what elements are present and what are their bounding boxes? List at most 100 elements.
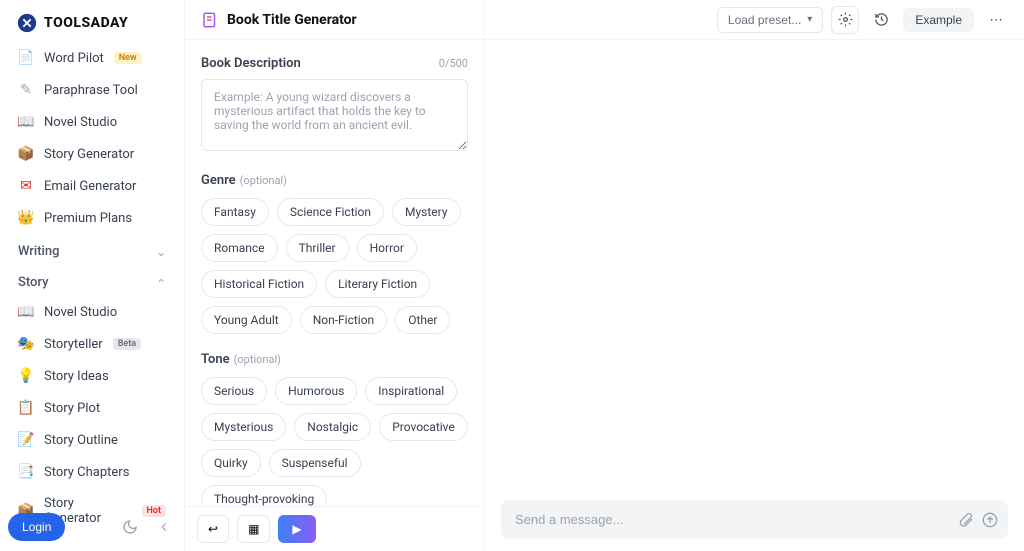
- secondary-button[interactable]: ▦: [237, 515, 270, 543]
- load-preset-button[interactable]: Load preset...▾: [717, 7, 823, 33]
- grid-icon: ▦: [248, 522, 259, 536]
- chip[interactable]: Suspenseful: [269, 449, 361, 477]
- form-actions: ↩ ▦ ▶: [185, 506, 484, 551]
- collapse-icon[interactable]: [152, 515, 176, 539]
- nav-badge: Beta: [113, 338, 141, 350]
- description-input[interactable]: [201, 79, 468, 151]
- theme-icon[interactable]: [118, 515, 142, 539]
- nav-label: Word Pilot: [44, 51, 104, 66]
- nav-group-header[interactable]: Story⌄: [8, 265, 176, 296]
- logo[interactable]: TOOLSADAY: [0, 0, 184, 42]
- nav-item[interactable]: 📝 Story Outline: [8, 424, 176, 456]
- chip[interactable]: Literary Fiction: [325, 270, 430, 298]
- tone-optional: (optional): [234, 353, 281, 366]
- chip[interactable]: Other: [395, 306, 450, 334]
- nav-item[interactable]: ✎ Paraphrase Tool: [8, 74, 176, 106]
- description-label: Book Description: [201, 56, 301, 71]
- nav-item[interactable]: 📋 Story Plot: [8, 392, 176, 424]
- attach-icon[interactable]: [958, 512, 974, 528]
- more-button[interactable]: ⋯: [982, 6, 1010, 34]
- page-icon: [201, 11, 219, 29]
- nav-label: Premium Plans: [44, 211, 132, 226]
- nav-item[interactable]: 📑Story Chapters: [8, 456, 176, 488]
- nav-label: Story Outline: [44, 433, 118, 448]
- nav-icon: 💡: [18, 368, 34, 384]
- nav-icon: 👑: [18, 210, 34, 226]
- genre-optional: (optional): [240, 174, 287, 187]
- genre-label: Genre: [201, 173, 236, 188]
- nav-icon: 🎭: [18, 336, 34, 352]
- nav-label: Story Chapters: [44, 465, 129, 480]
- chip[interactable]: Fantasy: [201, 198, 269, 226]
- genre-chipset: Fantasy Science Fiction Mystery Romance Thri…: [201, 198, 468, 334]
- nav-icon: 📄: [18, 50, 34, 66]
- chip[interactable]: Mysterious: [201, 413, 286, 441]
- play-icon: ▶: [292, 522, 301, 536]
- chip[interactable]: Inspirational: [365, 377, 457, 405]
- nav-item[interactable]: 📖Novel Studio: [8, 106, 176, 138]
- tone-chipset: Serious Humorous Inspirational Mysterious No…: [201, 377, 468, 506]
- description-counter: 0/500: [439, 57, 468, 70]
- nav-label: Story Generator: [44, 147, 134, 162]
- back-button[interactable]: ↩: [197, 515, 229, 543]
- nav-label: Story Plot: [44, 401, 100, 416]
- chevron-down-icon: ▾: [807, 14, 812, 25]
- nav-label: Email Generator: [44, 179, 136, 194]
- history-button[interactable]: [867, 6, 895, 34]
- sidebar-bottom: Login: [8, 513, 176, 541]
- chip[interactable]: Horror: [357, 234, 417, 262]
- chip[interactable]: Serious: [201, 377, 267, 405]
- nav-badge: New: [114, 52, 142, 64]
- chip[interactable]: Non-Fiction: [300, 306, 388, 334]
- chip[interactable]: Humorous: [275, 377, 357, 405]
- chip[interactable]: Provocative: [379, 413, 468, 441]
- nav-icon: 📝: [18, 432, 34, 448]
- chat-input-wrap: [485, 488, 1024, 551]
- nav-item[interactable]: 🎭StorytellerBeta: [8, 328, 176, 360]
- chip[interactable]: Historical Fiction: [201, 270, 317, 298]
- nav-icon: ✎: [18, 82, 34, 98]
- chip[interactable]: Thriller: [286, 234, 349, 262]
- generate-button[interactable]: ▶: [278, 515, 315, 543]
- back-icon: ↩: [208, 522, 218, 536]
- nav-item[interactable]: 📖 Novel Studio: [8, 296, 176, 328]
- nav-label: Novel Studio: [44, 305, 117, 320]
- nav-icon: 📋: [18, 400, 34, 416]
- tone-label: Tone: [201, 352, 230, 367]
- logo-icon: [16, 12, 38, 34]
- group-label: Writing: [18, 244, 59, 259]
- dots-icon: ⋯: [989, 12, 1002, 28]
- gear-icon: [838, 12, 853, 27]
- nav-item[interactable]: 👑 Premium Plans: [8, 202, 176, 234]
- nav-label: Story Ideas: [44, 369, 109, 384]
- nav-item[interactable]: ✉Email Generator: [8, 170, 176, 202]
- group-label: Story: [18, 275, 49, 290]
- sidebar: TOOLSADAY 📄 Word Pilot New ✎ Paraphrase Tool…: [0, 0, 185, 551]
- nav-label: Paraphrase Tool: [44, 83, 138, 98]
- history-icon: [874, 12, 889, 27]
- nav-item[interactable]: 💡 Story Ideas: [8, 360, 176, 392]
- brand-text: TOOLSADAY: [44, 15, 128, 31]
- nav-item[interactable]: 📄 Word Pilot New: [8, 42, 176, 74]
- nav-icon: 📖: [18, 304, 34, 320]
- example-button[interactable]: Example: [903, 8, 974, 32]
- nav-item[interactable]: 📦 Story Generator: [8, 138, 176, 170]
- settings-button[interactable]: [831, 6, 859, 34]
- chip[interactable]: Quirky: [201, 449, 261, 477]
- send-icon[interactable]: [982, 512, 998, 528]
- chip[interactable]: Thought-provoking: [201, 485, 327, 506]
- output-column: Load preset...▾ Example ⋯: [485, 0, 1024, 551]
- nav-group-header[interactable]: Writing⌄: [8, 234, 176, 265]
- chip[interactable]: Mystery: [392, 198, 461, 226]
- chip[interactable]: Nostalgic: [294, 413, 371, 441]
- chat-input[interactable]: [501, 500, 1008, 539]
- chip[interactable]: Young Adult: [201, 306, 292, 334]
- nav-label: Novel Studio: [44, 115, 117, 130]
- nav-list: 📄Word PilotNew✎Paraphrase Tool📖Novel Stu…: [0, 42, 184, 551]
- chip[interactable]: Science Fiction: [277, 198, 384, 226]
- chip[interactable]: Romance: [201, 234, 278, 262]
- login-button[interactable]: Login: [8, 513, 65, 541]
- form-header: Book Title Generator: [185, 0, 484, 40]
- form-column: Book Title Generator Book Description 0/…: [185, 0, 485, 551]
- nav-icon: 📦: [18, 146, 34, 162]
